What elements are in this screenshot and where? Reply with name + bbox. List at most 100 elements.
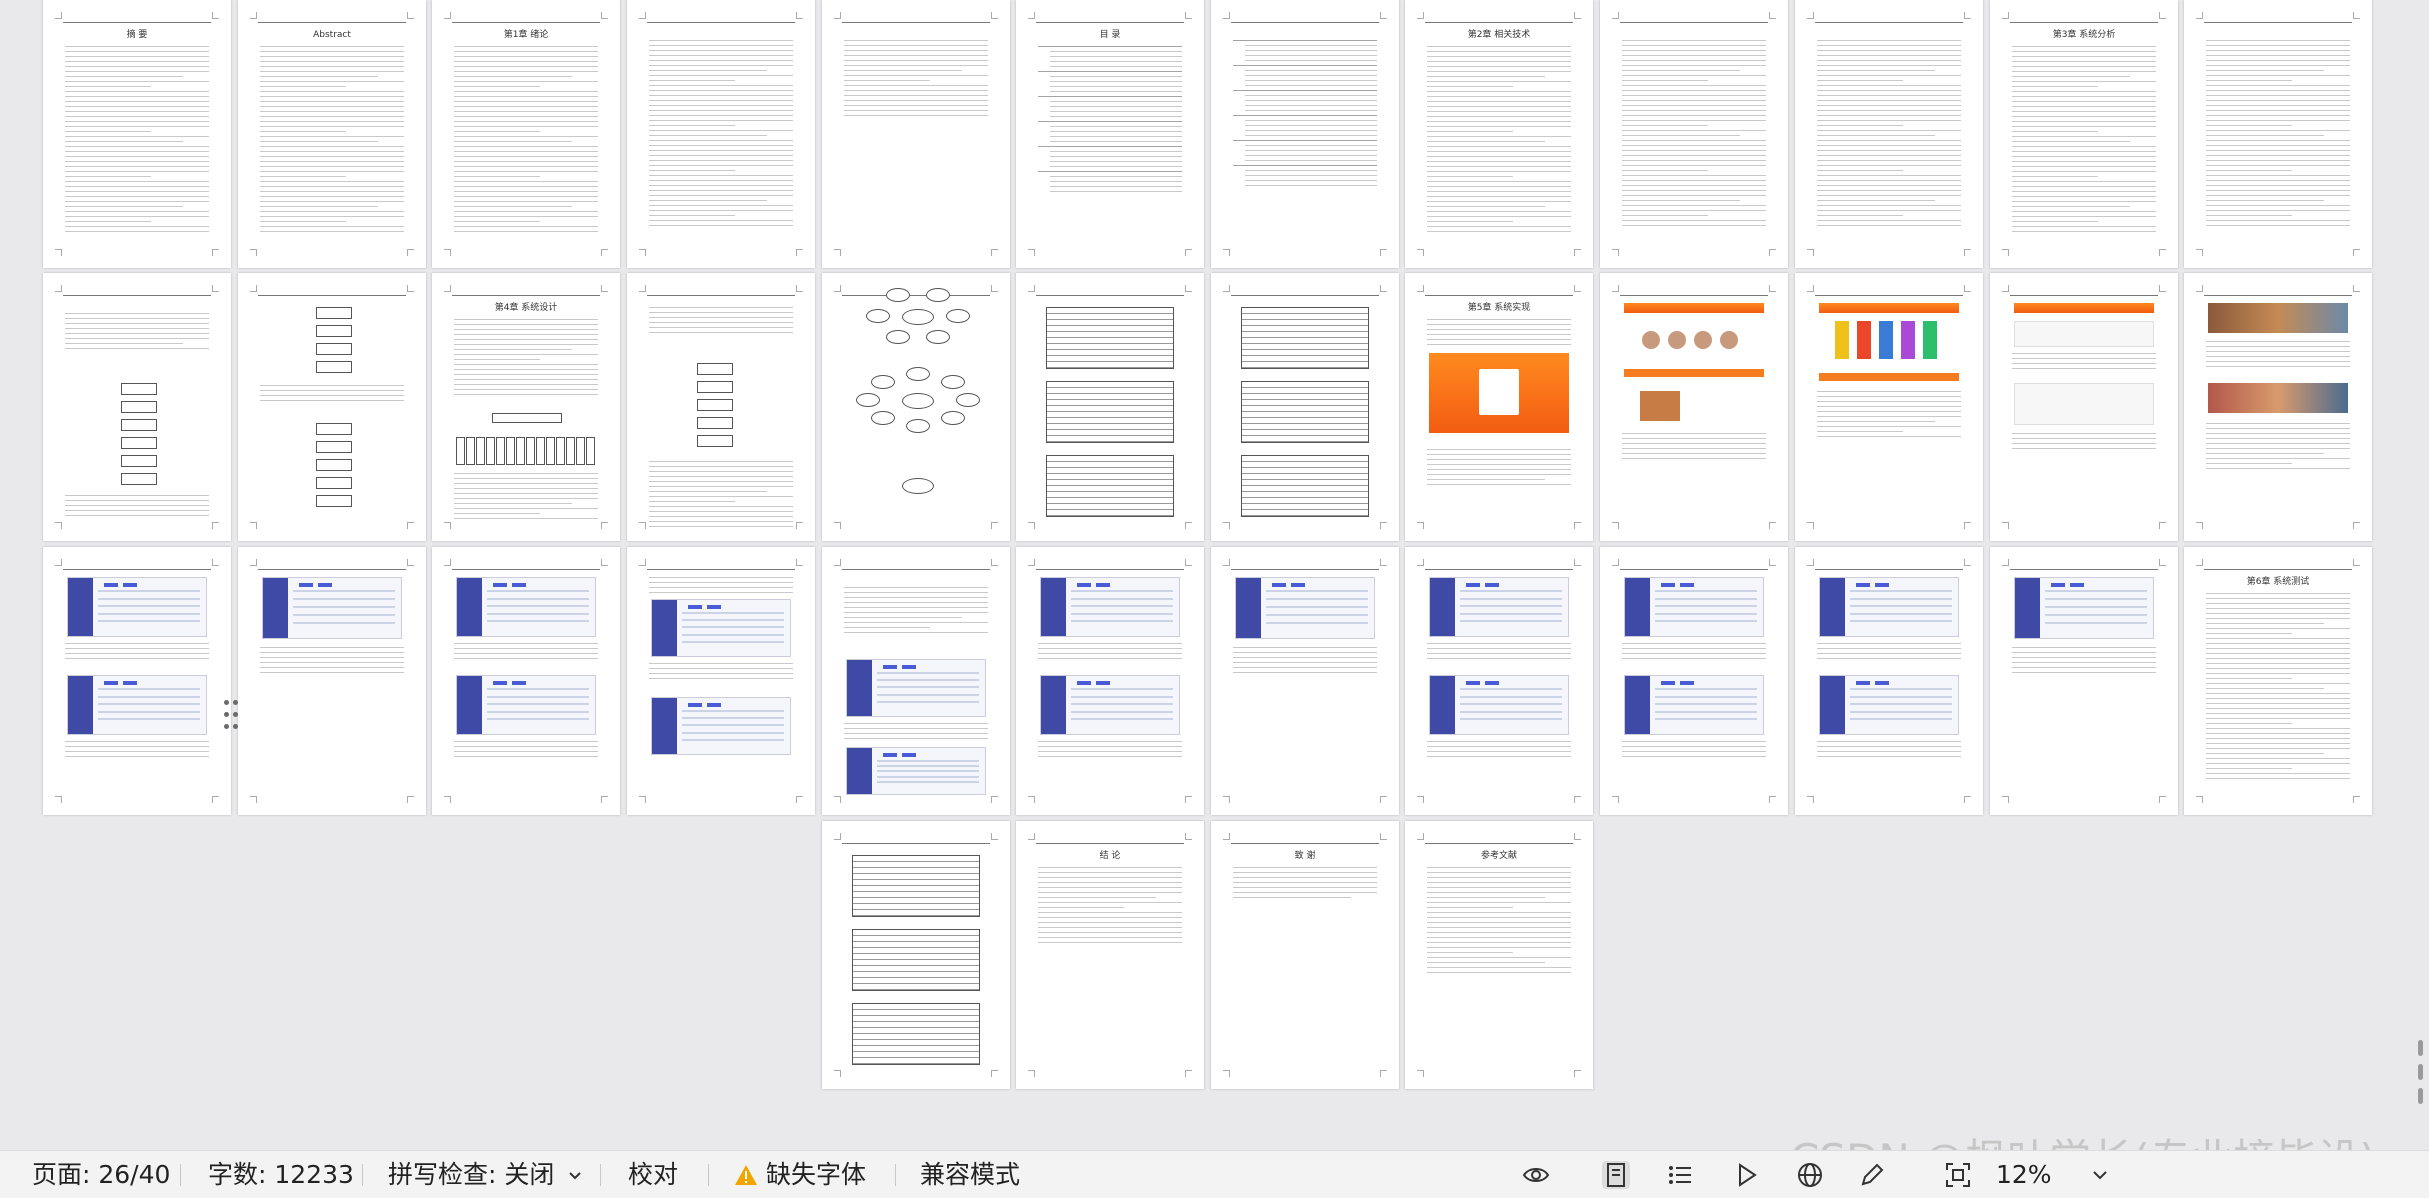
document-page[interactable]: 第3章 系统分析 <box>1990 0 2178 268</box>
chevron-down-icon[interactable] <box>2086 1161 2114 1189</box>
text-line <box>1233 897 1352 898</box>
text-line <box>1050 86 1182 87</box>
document-page[interactable] <box>1600 547 1788 815</box>
play-icon[interactable] <box>1732 1161 1760 1189</box>
document-page[interactable] <box>1600 0 1788 268</box>
document-page[interactable] <box>1405 547 1593 815</box>
page-view-icon[interactable] <box>1602 1161 1630 1189</box>
document-page[interactable] <box>43 547 231 815</box>
drag-handle-icon[interactable] <box>224 700 242 730</box>
document-page[interactable] <box>822 273 1010 541</box>
page-corner-mark <box>1223 796 1230 803</box>
document-page[interactable] <box>238 547 426 815</box>
admin-table-row <box>1655 612 1758 615</box>
eye-icon[interactable] <box>1522 1161 1550 1189</box>
document-page[interactable] <box>238 273 426 541</box>
text-line <box>1622 85 1766 86</box>
scrollbar[interactable] <box>2416 1040 2426 1110</box>
text-line <box>65 318 209 319</box>
document-page[interactable]: 第4章 系统设计 <box>432 273 620 541</box>
document-page[interactable]: 参考文献 <box>1405 821 1593 1089</box>
globe-icon[interactable] <box>1796 1161 1824 1189</box>
page-header-rule <box>1620 569 1768 570</box>
page-corner-mark <box>1380 833 1387 840</box>
fit-page-icon[interactable] <box>1944 1161 1972 1189</box>
page-corner-mark <box>1612 522 1619 529</box>
document-page[interactable] <box>627 273 815 541</box>
document-page[interactable] <box>2184 0 2372 268</box>
page-header-rule <box>1815 22 1963 23</box>
document-page[interactable] <box>1016 273 1204 541</box>
proofread-button[interactable]: 校对 <box>628 1151 678 1198</box>
text-line <box>844 50 988 51</box>
document-page[interactable] <box>1990 547 2178 815</box>
missing-font-button[interactable]: 缺失字体 <box>734 1151 866 1198</box>
word-count[interactable]: 字数: 12233 <box>208 1151 354 1198</box>
document-page[interactable] <box>2184 273 2372 541</box>
document-page[interactable] <box>1211 273 1399 541</box>
document-page[interactable] <box>43 273 231 541</box>
document-page[interactable]: 第1章 绪论 <box>432 0 620 268</box>
text-line <box>65 751 209 752</box>
document-page[interactable] <box>627 547 815 815</box>
zoom-level[interactable]: 12% <box>1996 1151 2052 1198</box>
document-page[interactable] <box>1211 547 1399 815</box>
pen-icon[interactable] <box>1858 1161 1886 1189</box>
document-page[interactable] <box>432 547 620 815</box>
page-corner-mark <box>1574 522 1581 529</box>
document-page[interactable]: Abstract <box>238 0 426 268</box>
admin-table-row <box>1850 590 1953 592</box>
status-bar: 页面: 26/40 字数: 12233 拼写检查: 关闭 校对 缺失字体 兼容模… <box>0 1150 2429 1198</box>
spell-check-toggle[interactable]: 拼写检查: 关闭 <box>388 1151 582 1198</box>
text-line <box>65 51 209 52</box>
text-line <box>649 476 793 477</box>
document-page[interactable] <box>822 821 1010 1089</box>
text-line <box>2012 196 2156 197</box>
document-page[interactable] <box>1211 0 1399 268</box>
text-line <box>1622 105 1766 106</box>
document-canvas[interactable]: 摘 要 Abstract 第1章 绪论 目 录 第2章 相关技术 第3章 系统分析第4章 … <box>0 0 2429 1150</box>
text-line <box>2206 160 2350 161</box>
document-page[interactable] <box>1795 273 1983 541</box>
text-line <box>1245 160 1377 161</box>
text-line <box>454 61 598 62</box>
document-page[interactable] <box>1990 273 2178 541</box>
page-corner-mark <box>444 249 451 256</box>
document-page[interactable] <box>822 0 1010 268</box>
text-line <box>454 106 598 107</box>
document-page[interactable] <box>627 0 815 268</box>
document-page[interactable]: 结 论 <box>1016 821 1204 1089</box>
document-page[interactable] <box>1016 547 1204 815</box>
page-corner-mark <box>601 559 608 566</box>
document-page[interactable]: 致 谢 <box>1211 821 1399 1089</box>
document-page[interactable] <box>1795 0 1983 268</box>
text-line <box>260 76 379 77</box>
document-page[interactable] <box>1600 273 1788 541</box>
text-line <box>2012 672 2156 673</box>
document-page[interactable]: 目 录 <box>1016 0 1204 268</box>
document-page[interactable] <box>822 547 1010 815</box>
text-line <box>2012 101 2156 102</box>
text-block <box>1427 867 1571 1065</box>
text-line <box>1817 50 1961 51</box>
document-page[interactable]: 摘 要 <box>43 0 231 268</box>
document-page[interactable]: 第2章 相关技术 <box>1405 0 1593 268</box>
page-header-rule <box>1036 843 1184 844</box>
text-line <box>1817 75 1961 76</box>
text-line <box>1622 458 1766 459</box>
text-line <box>844 115 988 116</box>
document-page[interactable]: 第5章 系统实现 <box>1405 273 1593 541</box>
text-line <box>65 86 152 87</box>
text-line <box>649 75 793 76</box>
page-indicator[interactable]: 页面: 26/40 <box>32 1151 170 1198</box>
text-line <box>2206 170 2293 171</box>
document-page[interactable]: 第6章 系统测试 <box>2184 547 2372 815</box>
text-block <box>649 461 793 527</box>
admin-sidebar <box>1041 676 1066 734</box>
text-line <box>1817 751 1961 752</box>
data-table <box>852 855 980 917</box>
admin-table-row <box>487 597 590 600</box>
page-title: 第2章 相关技术 <box>1467 30 1531 40</box>
document-page[interactable] <box>1795 547 1983 815</box>
outline-icon[interactable] <box>1666 1161 1694 1189</box>
